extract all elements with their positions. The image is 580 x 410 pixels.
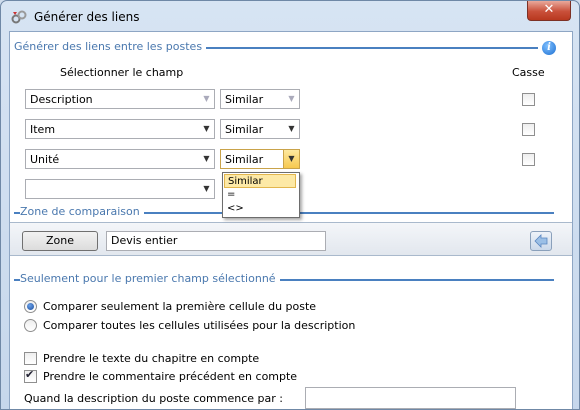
dropdown-option-equal[interactable]: = xyxy=(224,188,299,201)
radio-all-cells-label: Comparer toutes les cellules utilisées p… xyxy=(43,319,356,332)
radio-first-cell-label: Comparer seulement la première cellule d… xyxy=(43,300,317,313)
case-column-header: Casse xyxy=(512,66,545,79)
field-column-header: Sélectionner le champ xyxy=(60,66,184,79)
field-select-1-value: Description xyxy=(30,93,93,106)
operator-select-2[interactable]: Similar ▼ xyxy=(220,119,300,139)
dropdown-option-not-equal[interactable]: <> xyxy=(224,202,299,215)
zone-value-field[interactable]: Devis entier xyxy=(106,231,326,251)
dialog-content: Générer des liens entre les postes i Sél… xyxy=(9,31,573,409)
field-select-2-value: Item xyxy=(30,123,56,136)
operator-select-1[interactable]: Similar ▼ xyxy=(220,89,300,109)
field-select-4[interactable]: ▼ xyxy=(25,179,215,199)
info-icon[interactable]: i xyxy=(542,41,556,55)
field-select-2[interactable]: Item ▼ xyxy=(25,119,215,139)
operator-select-2-value: Similar xyxy=(225,123,264,136)
operator-select-3[interactable]: Similar ▼ xyxy=(220,149,300,169)
chevron-down-icon: ▼ xyxy=(203,124,210,133)
chevron-down-icon: ▼ xyxy=(283,150,299,168)
radio-all-cells[interactable] xyxy=(24,319,37,332)
radio-first-cell[interactable] xyxy=(24,300,37,313)
zone-nav-button[interactable] xyxy=(530,231,552,251)
chapter-text-checkbox[interactable] xyxy=(24,352,37,365)
zone-section-title: Zone de comparaison xyxy=(20,205,144,218)
window-title: Générer des liens xyxy=(34,10,140,24)
first-field-section: Seulement pour le premier champ sélectio… xyxy=(10,256,572,409)
chevron-down-icon: ▼ xyxy=(288,124,295,133)
links-section: Générer des liens entre les postes i Sél… xyxy=(10,32,572,222)
zone-toolbar: Zone Devis entier xyxy=(10,222,572,256)
chevron-down-icon: ▼ xyxy=(203,154,210,163)
field-select-3[interactable]: Unité ▼ xyxy=(25,149,215,169)
arrow-left-icon xyxy=(534,234,548,248)
previous-comment-label: Prendre le commentaire précédent en comp… xyxy=(43,370,298,383)
starts-with-label: Quand la description du poste commence p… xyxy=(24,392,283,405)
operator-select-1-value: Similar xyxy=(225,93,264,106)
close-button[interactable]: ✕ xyxy=(527,1,571,21)
links-app-icon xyxy=(11,9,27,25)
zone-button[interactable]: Zone xyxy=(22,231,98,251)
dialog-window: Générer des liens ✕ Générer des liens en… xyxy=(0,0,580,410)
previous-comment-checkbox[interactable] xyxy=(24,368,37,383)
operator-dropdown-list: Similar = <> xyxy=(222,172,300,218)
chevron-down-icon: ▼ xyxy=(203,94,210,103)
chapter-text-label: Prendre le texte du chapitre en compte xyxy=(43,352,260,365)
starts-with-input[interactable] xyxy=(305,387,516,409)
field-select-3-value: Unité xyxy=(30,153,60,166)
chevron-down-icon: ▼ xyxy=(203,184,210,193)
case-checkbox-2[interactable] xyxy=(522,123,535,136)
title-bar[interactable]: Générer des liens ✕ xyxy=(1,1,579,31)
dropdown-option-similar[interactable]: Similar xyxy=(224,174,296,188)
first-field-section-title: Seulement pour le premier champ sélectio… xyxy=(20,272,280,285)
operator-select-3-value: Similar xyxy=(225,153,264,166)
field-select-1[interactable]: Description ▼ xyxy=(25,89,215,109)
links-section-title: Générer des liens entre les postes xyxy=(14,40,207,53)
chevron-down-icon: ▼ xyxy=(288,94,295,103)
case-checkbox-1[interactable] xyxy=(522,93,535,106)
case-checkbox-3[interactable] xyxy=(522,153,535,166)
